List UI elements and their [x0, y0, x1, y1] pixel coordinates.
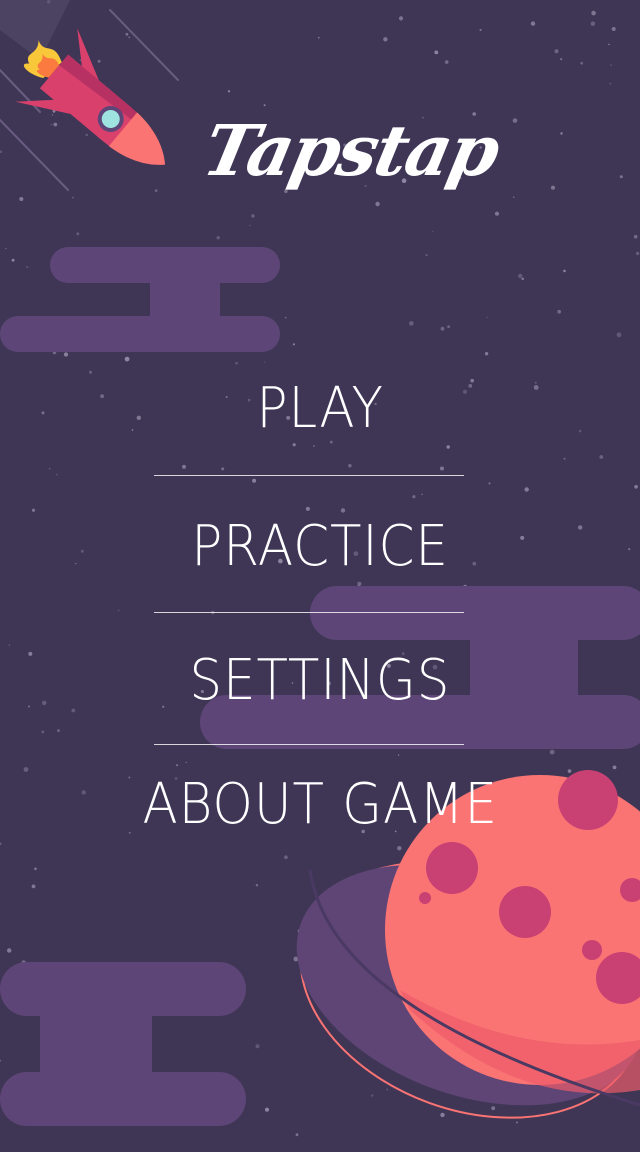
- play-label: PLAY: [256, 376, 384, 441]
- about-game-label: ABOUT GAME: [142, 772, 498, 837]
- play-button[interactable]: PLAY: [0, 376, 640, 441]
- practice-label: PRACTICE: [191, 514, 449, 579]
- menu-divider: [154, 744, 464, 745]
- practice-button[interactable]: PRACTICE: [0, 514, 640, 579]
- settings-label: SETTINGS: [189, 648, 451, 713]
- game-logo: Tapstap: [196, 109, 506, 192]
- menu-divider: [154, 612, 464, 613]
- menu-divider: [154, 475, 464, 476]
- main-menu-screen: Tapstap PLAY PRACTICE SETTINGS ABOUT GAM…: [0, 0, 640, 1152]
- about-game-button[interactable]: ABOUT GAME: [0, 772, 640, 837]
- settings-button[interactable]: SETTINGS: [0, 648, 640, 713]
